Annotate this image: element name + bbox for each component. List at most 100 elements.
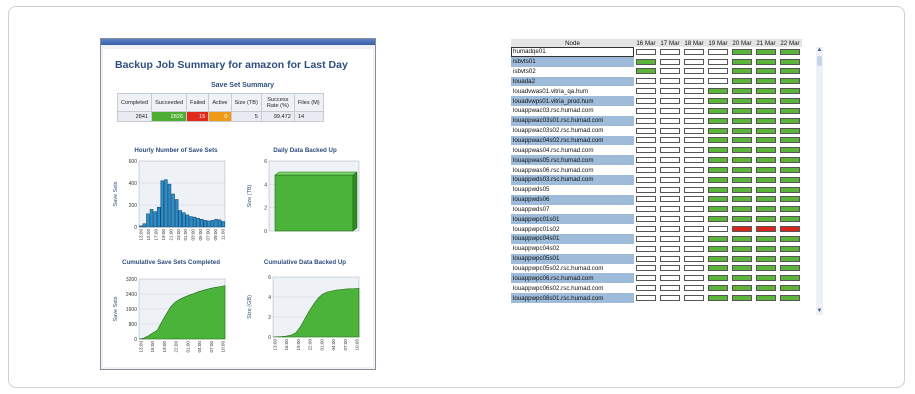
- status-cell[interactable]: [778, 136, 802, 146]
- status-cell[interactable]: [730, 96, 754, 106]
- table-row[interactable]: louadvwps01.vitria_prod.hum: [511, 96, 802, 107]
- status-cell[interactable]: [682, 86, 706, 96]
- status-cell[interactable]: [682, 205, 706, 215]
- status-cell[interactable]: [706, 185, 730, 195]
- status-cell[interactable]: [730, 175, 754, 185]
- status-cell[interactable]: [778, 234, 802, 244]
- status-cell[interactable]: [658, 136, 682, 146]
- status-cell[interactable]: [778, 273, 802, 283]
- status-cell[interactable]: [778, 77, 802, 87]
- status-cell[interactable]: [682, 136, 706, 146]
- column-header-date[interactable]: 21 Mar: [754, 39, 778, 47]
- status-cell[interactable]: [682, 106, 706, 116]
- node-name[interactable]: louadvwps01.vitria_prod.hum: [511, 96, 634, 107]
- table-row[interactable]: louappwpc01s01: [511, 214, 802, 225]
- status-cell[interactable]: [730, 145, 754, 155]
- scroll-thumb[interactable]: [817, 56, 822, 66]
- table-row[interactable]: louappwpc04s02: [511, 243, 802, 254]
- status-cell[interactable]: [706, 224, 730, 234]
- status-cell[interactable]: [634, 254, 658, 264]
- status-cell[interactable]: [634, 86, 658, 96]
- status-cell[interactable]: [658, 86, 682, 96]
- node-name[interactable]: louappwpc08s01.rsc.humad.com: [511, 293, 634, 303]
- status-cell[interactable]: [634, 116, 658, 126]
- table-row[interactable]: louappwds06: [511, 194, 802, 205]
- status-cell[interactable]: [658, 175, 682, 185]
- table-row[interactable]: louappwpc01s02: [511, 224, 802, 235]
- status-cell[interactable]: [682, 165, 706, 175]
- status-cell[interactable]: [658, 96, 682, 106]
- node-name[interactable]: louappwas06.rsc.humad.com: [511, 165, 634, 175]
- table-row[interactable]: humadqe01: [511, 47, 802, 57]
- status-cell[interactable]: [754, 195, 778, 205]
- status-cell[interactable]: [682, 77, 706, 87]
- status-cell[interactable]: [682, 67, 706, 77]
- status-cell[interactable]: [754, 214, 778, 224]
- node-name[interactable]: humadqe01: [511, 47, 634, 57]
- status-cell[interactable]: [634, 234, 658, 244]
- status-cell[interactable]: [754, 96, 778, 106]
- node-name[interactable]: louappwac03s01.rsc.humad.com: [511, 115, 634, 126]
- node-name[interactable]: louappwac04s02.rsc.humad.com: [511, 135, 634, 146]
- column-header-date[interactable]: 18 Mar: [682, 39, 706, 47]
- status-cell[interactable]: [658, 77, 682, 87]
- status-cell[interactable]: [658, 293, 682, 303]
- status-cell[interactable]: [682, 57, 706, 67]
- table-row[interactable]: isbvts02: [511, 66, 802, 77]
- table-row[interactable]: louappwpc08s01.rsc.humad.com: [511, 293, 802, 303]
- status-cell[interactable]: [706, 136, 730, 146]
- status-cell[interactable]: [754, 264, 778, 274]
- grid-scrollbar[interactable]: ▲ ▼: [816, 47, 823, 315]
- status-cell[interactable]: [658, 224, 682, 234]
- status-cell[interactable]: [658, 234, 682, 244]
- status-cell[interactable]: [658, 264, 682, 274]
- status-cell[interactable]: [658, 67, 682, 77]
- status-cell[interactable]: [658, 126, 682, 136]
- table-row[interactable]: isbvts01: [511, 56, 802, 67]
- status-cell[interactable]: [682, 273, 706, 283]
- status-cell[interactable]: [778, 195, 802, 205]
- node-name[interactable]: louappwac03s02.rsc.humad.com: [511, 125, 634, 136]
- table-row[interactable]: louappwas04.rsc.humad.com: [511, 145, 802, 156]
- status-cell[interactable]: [706, 47, 730, 57]
- node-name[interactable]: louadvwas01.vitria_qa.hum: [511, 86, 634, 97]
- status-cell[interactable]: [730, 254, 754, 264]
- status-cell[interactable]: [730, 244, 754, 254]
- table-row[interactable]: louappwds03.rsc.humad.com: [511, 174, 802, 185]
- status-cell[interactable]: [706, 165, 730, 175]
- status-cell[interactable]: [730, 273, 754, 283]
- status-cell[interactable]: [754, 136, 778, 146]
- node-name[interactable]: louappwpc04s01: [511, 234, 634, 244]
- status-cell[interactable]: [682, 254, 706, 264]
- status-cell[interactable]: [634, 205, 658, 215]
- status-cell[interactable]: [730, 86, 754, 96]
- status-cell[interactable]: [754, 47, 778, 57]
- status-cell[interactable]: [682, 47, 706, 57]
- status-cell[interactable]: [730, 116, 754, 126]
- node-name[interactable]: louappwpc06s02.rsc.humad.com: [511, 283, 634, 294]
- status-cell[interactable]: [706, 77, 730, 87]
- status-cell[interactable]: [706, 293, 730, 303]
- status-cell[interactable]: [754, 116, 778, 126]
- status-cell[interactable]: [634, 145, 658, 155]
- status-cell[interactable]: [634, 175, 658, 185]
- node-name[interactable]: louappwas04.rsc.humad.com: [511, 145, 634, 156]
- node-name[interactable]: louappwds05: [511, 184, 634, 195]
- status-cell[interactable]: [778, 57, 802, 67]
- status-cell[interactable]: [706, 254, 730, 264]
- status-cell[interactable]: [754, 77, 778, 87]
- status-cell[interactable]: [634, 283, 658, 293]
- status-cell[interactable]: [682, 96, 706, 106]
- status-cell[interactable]: [778, 126, 802, 136]
- status-cell[interactable]: [754, 185, 778, 195]
- status-cell[interactable]: [706, 86, 730, 96]
- status-cell[interactable]: [634, 214, 658, 224]
- status-cell[interactable]: [682, 214, 706, 224]
- status-cell[interactable]: [730, 283, 754, 293]
- status-cell[interactable]: [634, 96, 658, 106]
- status-cell[interactable]: [682, 185, 706, 195]
- status-cell[interactable]: [778, 214, 802, 224]
- status-cell[interactable]: [682, 244, 706, 254]
- status-cell[interactable]: [778, 165, 802, 175]
- node-name[interactable]: louappwds03.rsc.humad.com: [511, 174, 634, 185]
